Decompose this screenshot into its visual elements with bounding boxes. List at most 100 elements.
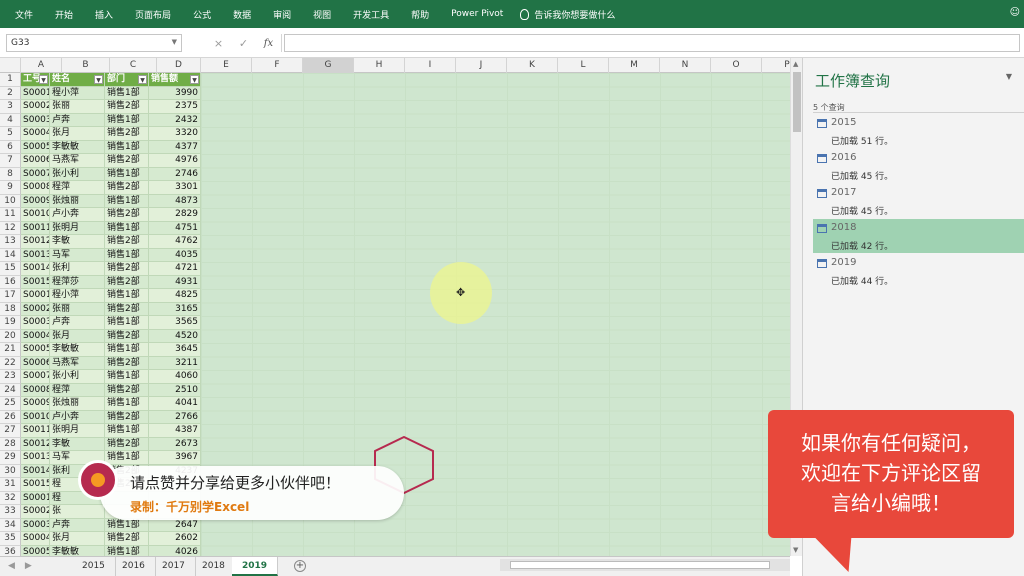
tell-me-box[interactable]: 告诉我你想要做什么 <box>520 8 615 21</box>
table-cell[interactable]: S0009 <box>21 397 50 411</box>
row-header[interactable]: 4 <box>0 113 21 127</box>
sheet-nav-icon[interactable]: ◀▶ <box>8 561 42 571</box>
table-cell[interactable]: S0012 <box>21 235 50 249</box>
row-header[interactable]: 9 <box>0 181 21 195</box>
tab-power-pivot[interactable]: Power Pivot <box>440 9 514 19</box>
horizontal-scrollbar[interactable] <box>500 559 790 571</box>
table-cell[interactable]: 李敏敏 <box>50 545 105 556</box>
table-cell[interactable]: S0008 <box>21 383 50 397</box>
column-header-p[interactable]: P <box>762 58 790 73</box>
query-item-2019[interactable]: 2019 已加载 44 行。 <box>813 254 1024 288</box>
table-cell[interactable]: 3165 <box>149 302 201 316</box>
table-cell[interactable]: 李敏敏 <box>50 343 105 357</box>
filter-dropdown-icon[interactable]: ▼ <box>94 75 103 84</box>
table-cell[interactable]: 张丽 <box>50 100 105 114</box>
column-header-a[interactable]: A <box>21 58 62 73</box>
table-cell[interactable]: 卢奔 <box>50 316 105 330</box>
row-header[interactable]: 30 <box>0 464 21 478</box>
table-cell[interactable]: 马燕军 <box>50 356 105 370</box>
column-header-f[interactable]: F <box>252 58 303 73</box>
user-icon[interactable]: ☺ <box>1010 7 1020 18</box>
table-cell[interactable]: 销售2部 <box>105 100 149 114</box>
table-cell[interactable]: S0006 <box>21 356 50 370</box>
row-header[interactable]: 3 <box>0 100 21 114</box>
table-cell[interactable]: 程萍莎 <box>50 275 105 289</box>
column-header-j[interactable]: J <box>456 58 507 73</box>
scroll-down-icon[interactable]: ▼ <box>793 546 798 554</box>
tab-developer[interactable]: 开发工具 <box>342 8 400 21</box>
table-cell[interactable]: 3565 <box>149 316 201 330</box>
table-cell[interactable]: 4931 <box>149 275 201 289</box>
table-cell[interactable]: S0007 <box>21 370 50 384</box>
table-cell[interactable]: S0003 <box>21 518 50 532</box>
table-cell[interactable]: 销售2部 <box>105 302 149 316</box>
cancel-icon[interactable]: × <box>214 37 223 50</box>
table-cell[interactable]: 2746 <box>149 167 201 181</box>
pane-menu-icon[interactable]: ▼ <box>1006 72 1012 81</box>
table-cell[interactable]: 4873 <box>149 194 201 208</box>
tab-file[interactable]: 文件 <box>4 8 44 21</box>
row-header[interactable]: 12 <box>0 221 21 235</box>
table-cell[interactable]: 李敏敏 <box>50 140 105 154</box>
table-cell[interactable]: 4976 <box>149 154 201 168</box>
table-cell[interactable]: 2432 <box>149 113 201 127</box>
table-cell[interactable]: 4377 <box>149 140 201 154</box>
table-cell[interactable]: 4721 <box>149 262 201 276</box>
sheet-tab-2019[interactable]: 2019 <box>232 557 279 576</box>
tab-insert[interactable]: 插入 <box>84 8 124 21</box>
table-cell[interactable]: 销售1部 <box>105 248 149 262</box>
table-cell[interactable]: 销售1部 <box>105 316 149 330</box>
table-cell[interactable]: S0005 <box>21 140 50 154</box>
table-cell[interactable]: 销售1部 <box>105 343 149 357</box>
table-cell[interactable]: S0003 <box>21 113 50 127</box>
row-header[interactable]: 35 <box>0 532 21 546</box>
table-cell[interactable]: S0004 <box>21 329 50 343</box>
sheet-tab-2016[interactable]: 2016 <box>112 557 156 576</box>
column-header-c[interactable]: C <box>110 58 157 73</box>
insert-function-icon[interactable]: fx <box>264 38 273 49</box>
row-header[interactable]: 7 <box>0 154 21 168</box>
column-header-e[interactable]: E <box>201 58 252 73</box>
hscroll-thumb[interactable] <box>510 561 770 569</box>
table-cell[interactable]: 2829 <box>149 208 201 222</box>
table-cell[interactable]: 3301 <box>149 181 201 195</box>
table-cell[interactable]: 销售2部 <box>105 275 149 289</box>
row-header[interactable]: 19 <box>0 316 21 330</box>
chevron-down-icon[interactable]: ▼ <box>172 38 177 46</box>
table-cell[interactable]: S0013 <box>21 248 50 262</box>
column-header-d[interactable]: D <box>157 58 201 73</box>
table-cell[interactable]: S0006 <box>21 154 50 168</box>
tab-data[interactable]: 数据 <box>222 8 262 21</box>
table-cell[interactable]: 销售1部 <box>105 424 149 438</box>
table-cell[interactable]: S0002 <box>21 505 50 519</box>
row-header[interactable]: 34 <box>0 518 21 532</box>
table-cell[interactable]: 销售2部 <box>105 532 149 546</box>
column-header-o[interactable]: O <box>711 58 762 73</box>
row-header[interactable]: 10 <box>0 194 21 208</box>
table-cell[interactable]: 销售2部 <box>105 154 149 168</box>
table-cell[interactable]: S0001 <box>21 289 50 303</box>
column-header-b[interactable]: B <box>62 58 110 73</box>
tab-home[interactable]: 开始 <box>44 8 84 21</box>
table-cell[interactable]: S0005 <box>21 545 50 556</box>
query-item-2016[interactable]: 2016 已加载 45 行。 <box>813 149 1024 183</box>
table-cell[interactable]: S0013 <box>21 451 50 465</box>
table-cell[interactable]: 2375 <box>149 100 201 114</box>
row-header[interactable]: 22 <box>0 356 21 370</box>
column-header-i[interactable]: I <box>405 58 456 73</box>
row-header[interactable]: 29 <box>0 451 21 465</box>
table-header-cell[interactable]: 部门 ▼ <box>105 73 149 87</box>
row-header[interactable]: 32 <box>0 491 21 505</box>
table-cell[interactable]: 张烛丽 <box>50 194 105 208</box>
table-cell[interactable]: 李敏 <box>50 235 105 249</box>
enter-icon[interactable]: ✓ <box>239 37 248 50</box>
filter-dropdown-icon[interactable]: ▼ <box>39 75 48 84</box>
table-cell[interactable]: S0007 <box>21 167 50 181</box>
table-cell[interactable]: 2602 <box>149 532 201 546</box>
column-header-g[interactable]: G <box>303 58 354 73</box>
column-header-k[interactable]: K <box>507 58 558 73</box>
table-cell[interactable]: 马燕军 <box>50 154 105 168</box>
table-cell[interactable]: S0011 <box>21 221 50 235</box>
tab-help[interactable]: 帮助 <box>400 8 440 21</box>
filter-dropdown-icon[interactable]: ▼ <box>190 75 199 84</box>
